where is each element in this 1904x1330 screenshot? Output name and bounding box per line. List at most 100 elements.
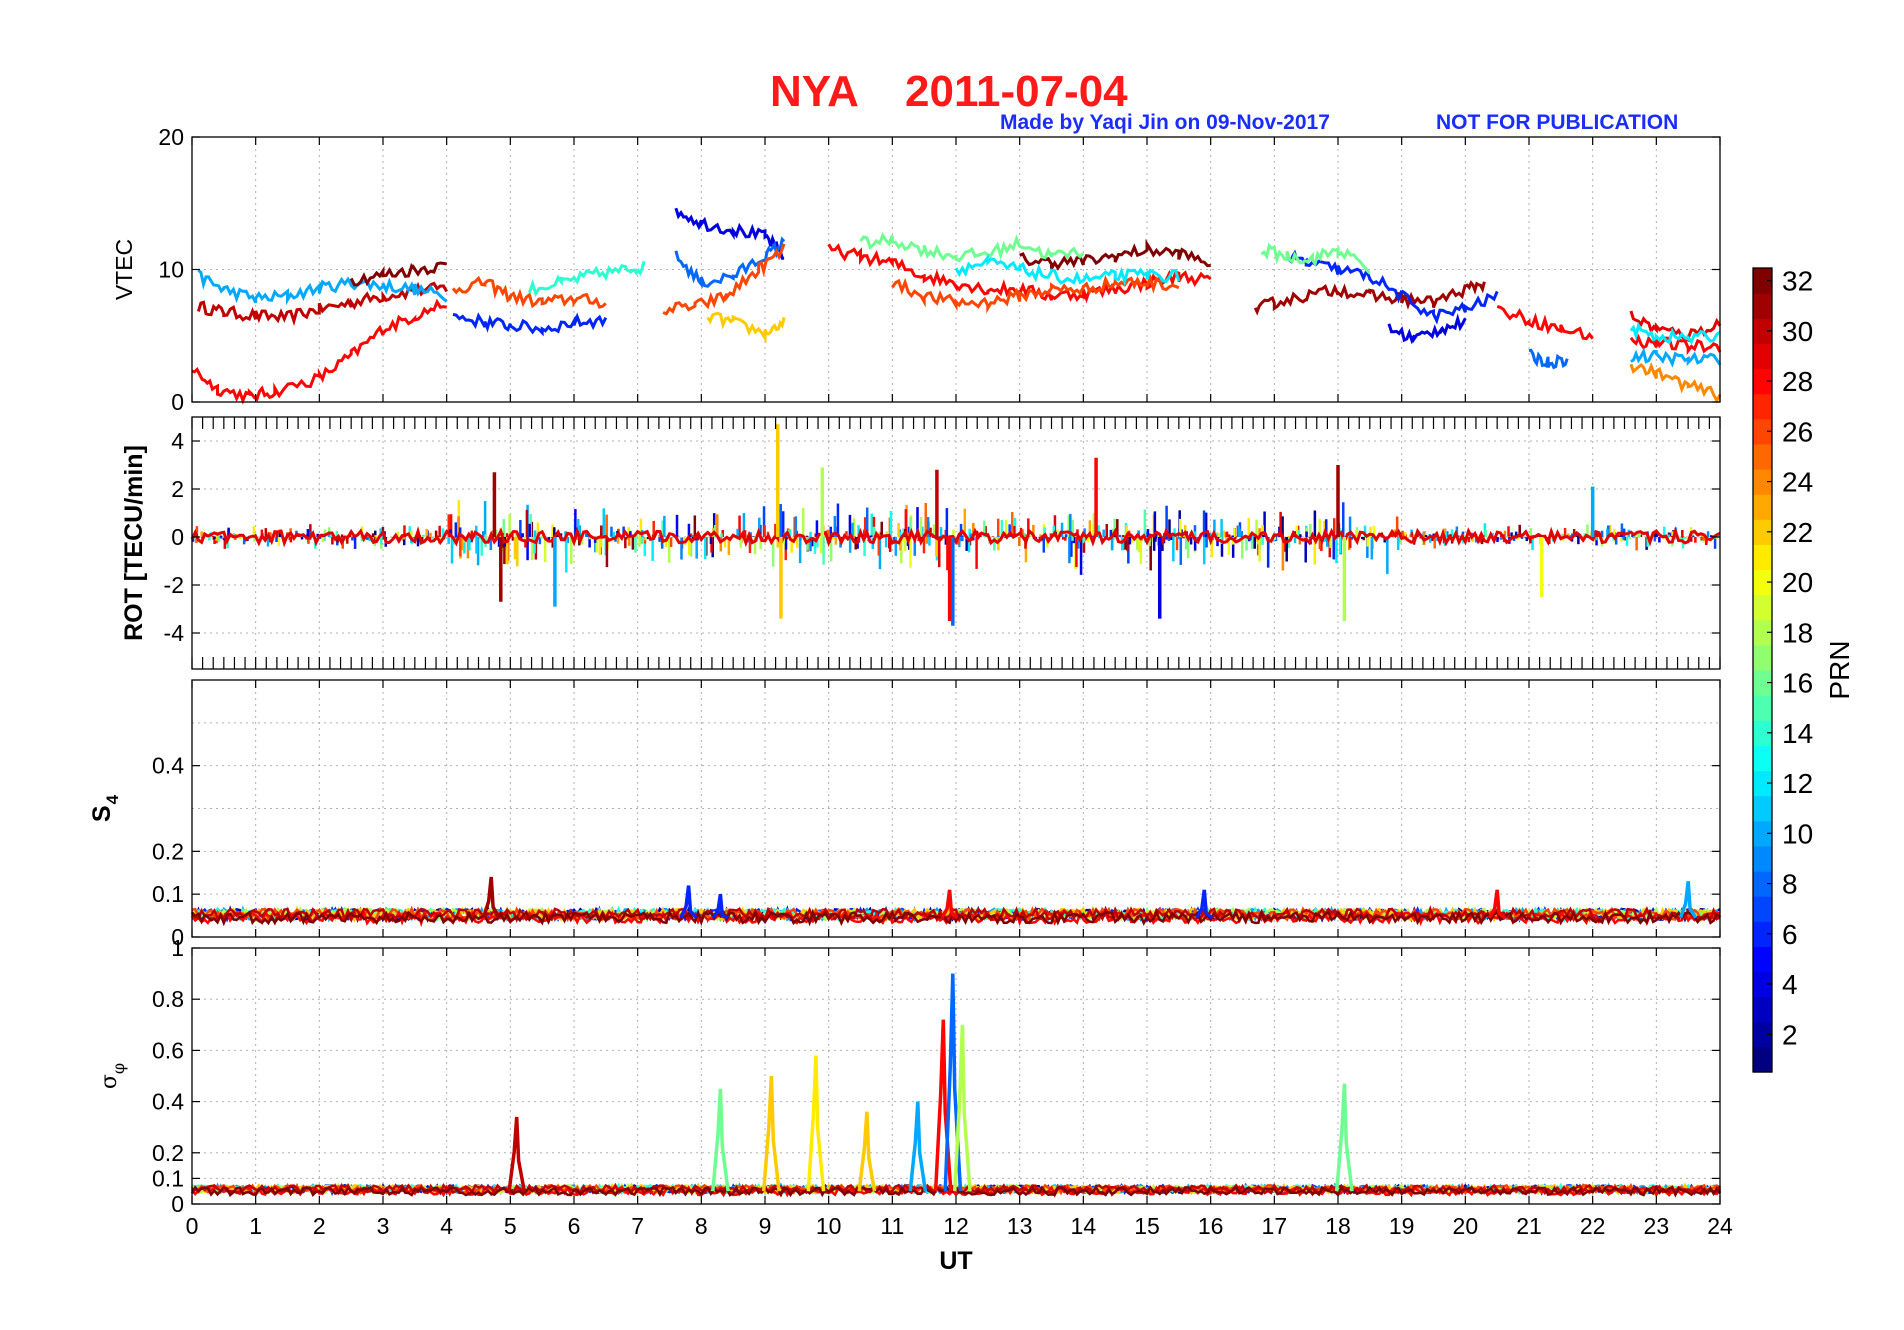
- title-group: NYA 2011-07-04 Made by Yaqi Jin on 09-No…: [770, 67, 1678, 134]
- colorbar-segment-prn-23: [1753, 494, 1772, 520]
- vtec-series-prn-28: [1496, 304, 1594, 341]
- y-tick-label: 0.4: [152, 753, 184, 779]
- y-axis-label: VTEC: [111, 239, 137, 300]
- colorbar-tick-label: 20: [1782, 567, 1813, 598]
- y-tick-label: 0.1: [152, 881, 184, 907]
- y-tick-label: 0.2: [152, 838, 184, 864]
- x-tick-label: 15: [1134, 1213, 1160, 1239]
- colorbar-label: PRN: [1824, 640, 1855, 699]
- colorbar-segment-prn-3: [1753, 996, 1772, 1023]
- vtec-series-prn-14: [527, 260, 646, 298]
- colorbar-tick-label: 4: [1782, 969, 1798, 1000]
- colorbar-tick-label: 16: [1782, 668, 1813, 699]
- x-tick-label: 9: [759, 1213, 772, 1239]
- y-tick-label: 0.2: [152, 1140, 184, 1166]
- peak-prn-30: [507, 1116, 527, 1192]
- vtec-series-prn-10: [1630, 347, 1722, 368]
- colorbar-segment-prn-1: [1753, 1046, 1772, 1073]
- y-tick-label: 0.6: [152, 1037, 184, 1063]
- x-tick-label: 4: [440, 1213, 453, 1239]
- peak-prn-22: [761, 1075, 781, 1192]
- y-axis-label: ROT [TECU/min]: [120, 445, 148, 641]
- series-group: [190, 973, 1722, 1198]
- x-tick-label: 16: [1198, 1213, 1224, 1239]
- colorbar-segment-prn-9: [1753, 845, 1772, 872]
- x-tick-label: 5: [504, 1213, 517, 1239]
- y-axis-label: S4: [88, 794, 122, 822]
- x-tick-label: 11: [880, 1213, 904, 1239]
- colorbar-segment-prn-15: [1753, 695, 1772, 721]
- x-tick-label: 8: [695, 1213, 708, 1239]
- y-tick-label: 0.8: [152, 986, 184, 1012]
- x-tick-label: 24: [1707, 1213, 1733, 1239]
- colorbar-segment-prn-19: [1753, 594, 1772, 621]
- notice-text: NOT FOR PUBLICATION: [1436, 111, 1678, 134]
- y-tick-label: 4: [171, 428, 184, 454]
- x-tick-label: 1: [249, 1213, 262, 1239]
- y-tick-label: 0: [171, 524, 184, 550]
- y-tick-label: 10: [158, 257, 184, 283]
- colorbar: 2468101214161820222426283032PRN: [1752, 266, 1855, 1073]
- peak-prn-22: [857, 1111, 877, 1192]
- grid-lines: [192, 680, 1720, 937]
- x-tick-label: 23: [1644, 1213, 1670, 1239]
- x-tick-label: 13: [1007, 1213, 1033, 1239]
- vtec-series-prn-8: [1528, 348, 1569, 370]
- y-axis-label-subscript: φ: [109, 1063, 128, 1074]
- colorbar-segment-prn-7: [1753, 896, 1772, 922]
- x-tick-label: 19: [1389, 1213, 1415, 1239]
- title-date: 2011-07-04: [905, 67, 1128, 116]
- x-tick-label: 7: [631, 1213, 644, 1239]
- x-tick-label: 10: [816, 1213, 842, 1239]
- vtec-series-prn-28: [191, 298, 448, 405]
- y-tick-label: -2: [164, 572, 184, 598]
- figure: NYA 2011-07-04 Made by Yaqi Jin on 09-No…: [88, 67, 1855, 1275]
- y-axis-label-subscript: 4: [103, 794, 122, 804]
- series-group: [190, 876, 1722, 928]
- panels: 01020VTEC-4-2024ROT [TECU/min]00.10.20.4…: [88, 124, 1733, 1239]
- panel-4: 00.10.20.40.60.81σφ0 1 2 3 4 5 6 7 8 9 10 11 12 13 14 1…: [97, 935, 1733, 1239]
- colorbar-segment-prn-25: [1753, 443, 1772, 470]
- colorbar-segment-prn-13: [1753, 745, 1772, 772]
- colorbar-tick-label: 22: [1782, 517, 1813, 548]
- x-tick-label: 14: [1071, 1213, 1097, 1239]
- colorbar-tick-label: 14: [1782, 718, 1813, 749]
- credit-text: Made by Yaqi Jin on 09-Nov-2017: [1000, 111, 1330, 134]
- vtec-series-prn-32: [349, 261, 447, 287]
- colorbar-segment-prn-31: [1753, 293, 1772, 319]
- colorbar-tick-label: 2: [1782, 1019, 1798, 1050]
- x-axis-label: UT: [939, 1247, 972, 1275]
- colorbar-segment-prn-11: [1753, 795, 1772, 822]
- colorbar-tick-label: 26: [1782, 416, 1813, 447]
- x-tick-label: 18: [1325, 1213, 1351, 1239]
- vtec-series-prn-8: [674, 236, 786, 289]
- colorbar-tick-label: 24: [1782, 467, 1813, 498]
- vtec-series-prn-4: [1387, 313, 1467, 345]
- vtec-series-prn-6: [452, 312, 608, 337]
- peak-prn-10: [908, 1101, 928, 1192]
- y-tick-label: 0.4: [152, 1089, 184, 1115]
- x-tick-label: 2: [313, 1213, 326, 1239]
- x-tick-label: 21: [1516, 1213, 1542, 1239]
- colorbar-tick-label: 32: [1782, 266, 1813, 297]
- x-tick-label: 12: [943, 1213, 969, 1239]
- colorbar-tick-label: 6: [1782, 919, 1798, 950]
- y-tick-labels: 0 10 20: [158, 124, 1720, 415]
- peak-prn-21: [806, 1055, 826, 1192]
- vtec-series-prn-16: [859, 232, 1085, 263]
- colorbar-tick-label: 30: [1782, 316, 1813, 347]
- colorbar-tick-label: 28: [1782, 366, 1813, 397]
- vtec-series-prn-24: [1629, 361, 1722, 404]
- panel-1: 0 10 20 VTEC: [111, 124, 1722, 415]
- y-tick-label: 0.1: [152, 1165, 184, 1191]
- title-station: NYA: [770, 67, 859, 116]
- x-tick-label: 20: [1453, 1213, 1479, 1239]
- peak-prn-16: [711, 1088, 730, 1192]
- y-tick-label: 2: [171, 476, 184, 502]
- x-tick-label: 22: [1580, 1213, 1606, 1239]
- y-tick-label: 0: [171, 1191, 184, 1217]
- vtec-series-prn-22: [706, 311, 786, 344]
- x-tick-label: 17: [1262, 1213, 1288, 1239]
- colorbar-segment-prn-29: [1753, 343, 1772, 370]
- panel-3: 00.10.20.4S4: [88, 679, 1722, 950]
